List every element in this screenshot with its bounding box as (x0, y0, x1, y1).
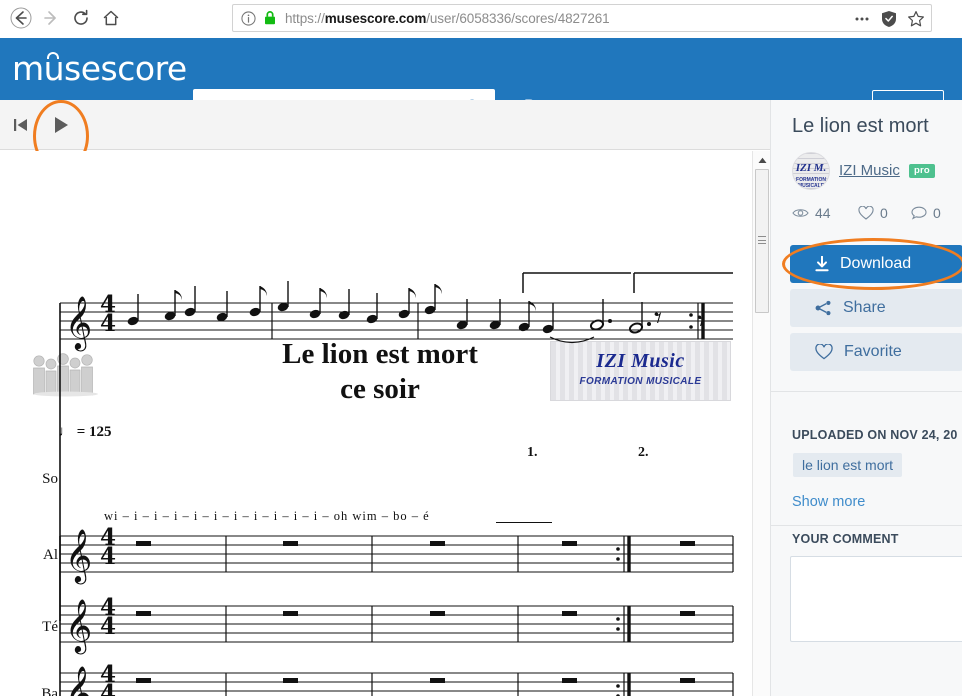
svg-text:𝄾: 𝄾 (654, 301, 662, 336)
comments-count: 0 (933, 205, 941, 221)
uploaded-date-label: UPLOADED ON NOV 24, 20 (792, 428, 958, 442)
scroll-thumb-grip (758, 236, 766, 244)
forward-button[interactable] (36, 3, 66, 33)
show-more-link[interactable]: Show more (792, 494, 865, 510)
info-icon[interactable] (241, 10, 256, 26)
likes-count: 0 (880, 205, 888, 221)
svg-text:4: 4 (100, 291, 116, 318)
favorite-label: Favorite (844, 343, 902, 360)
ellipsis-icon[interactable] (853, 10, 871, 28)
stat-comments: 0 (911, 205, 941, 221)
play-button[interactable] (50, 114, 72, 136)
stat-views: 44 (792, 205, 831, 221)
musescore-logo[interactable]: musescore (12, 46, 187, 92)
pro-badge: pro (909, 164, 935, 178)
svg-text:𝄞: 𝄞 (65, 598, 92, 654)
download-icon (815, 256, 829, 272)
sidebar-divider-2 (771, 525, 962, 526)
comment-input[interactable] (790, 556, 962, 642)
play-icon (54, 117, 68, 133)
home-icon (103, 10, 119, 26)
views-count: 44 (815, 205, 831, 221)
lock-icon[interactable] (263, 10, 277, 26)
lyric-extender (496, 522, 552, 523)
svg-text:𝄞: 𝄞 (65, 665, 92, 696)
tag-chip[interactable]: le lion est mort (793, 453, 903, 477)
your-comment-label: YOUR COMMENT (792, 532, 899, 546)
browser-chrome: https://musescore.com/user/6058336/score… (0, 0, 962, 36)
reload-button[interactable] (66, 3, 96, 33)
share-button[interactable]: Share (790, 289, 962, 327)
svg-text:𝄞: 𝄞 (65, 295, 92, 351)
forward-arrow-icon (44, 11, 56, 25)
stat-likes: 0 (858, 205, 888, 221)
star-icon[interactable] (907, 10, 925, 28)
sidebar-divider (771, 391, 962, 392)
reload-icon (74, 9, 88, 25)
shield-icon[interactable] (881, 10, 897, 28)
share-icon (815, 300, 831, 316)
svg-text:𝄞: 𝄞 (65, 528, 92, 584)
logo-breve-accent (47, 52, 59, 59)
logo-text: musescore (12, 49, 187, 88)
scroll-thumb[interactable] (755, 169, 769, 313)
comment-icon (911, 206, 927, 220)
lyrics-line: wi – i – i – i – i – i – i – i – i – i –… (104, 509, 430, 523)
heart-icon (858, 206, 874, 220)
address-bar-actions (853, 5, 925, 33)
favorite-button[interactable]: Favorite (790, 333, 962, 371)
score-viewer[interactable]: Le lion est mort ce soir IZI Music FORMA… (0, 151, 752, 696)
rewind-button[interactable] (10, 114, 32, 136)
player-toolbar: 00:00 (0, 100, 770, 235)
share-label: Share (843, 299, 886, 316)
music-notation: 𝄞 𝄞 4 4 (59, 272, 734, 696)
address-bar[interactable]: https://musescore.com/user/6058336/score… (232, 4, 932, 32)
skip-to-start-icon (14, 119, 27, 131)
score-sheet: Le lion est mort ce soir IZI Music FORMA… (0, 151, 752, 696)
svg-text:4: 4 (100, 524, 116, 551)
avatar-bottom-text: FORMATION MUSICALE (796, 177, 826, 189)
volta-2-label: 2. (638, 445, 649, 460)
avatar[interactable]: IZI M. FORMATION MUSICALE (792, 152, 830, 190)
url-text: https://musescore.com/user/6058336/score… (285, 10, 610, 26)
svg-text:4: 4 (100, 594, 116, 621)
home-button[interactable] (96, 3, 126, 33)
score-scrollbar[interactable] (752, 151, 770, 696)
score-info-sidebar: Le lion est mort IZI M. FORMATION MUSICA… (770, 100, 962, 696)
scroll-up-arrow[interactable] (753, 153, 771, 167)
uploader-name-link[interactable]: IZI Music (839, 162, 900, 179)
volta-1-label: 1. (527, 445, 538, 460)
svg-text:4: 4 (100, 661, 116, 688)
svg-text:𝄾: 𝄾 (697, 304, 705, 339)
chevron-up-icon (758, 157, 766, 163)
download-button[interactable]: Download (790, 245, 962, 283)
site-header: musescore Browse Go Pro (0, 38, 962, 126)
sidebar-score-title: Le lion est mort (792, 115, 929, 137)
back-button[interactable] (6, 3, 36, 33)
heart-outline-icon (815, 344, 833, 360)
download-label: Download (840, 255, 912, 272)
eye-icon (792, 209, 809, 217)
back-arrow-icon (10, 7, 32, 29)
avatar-top-text: IZI M. (795, 162, 827, 174)
